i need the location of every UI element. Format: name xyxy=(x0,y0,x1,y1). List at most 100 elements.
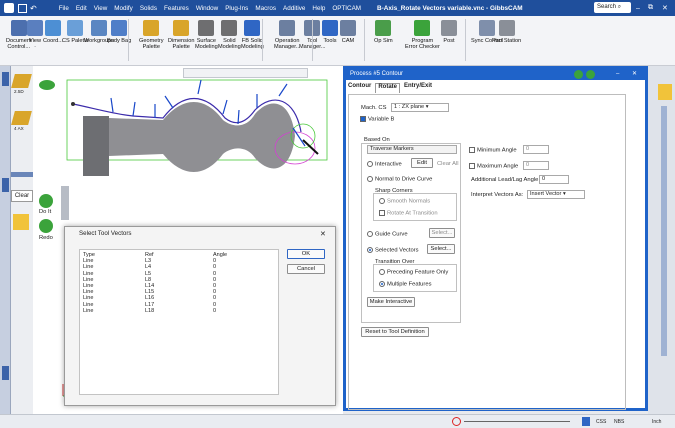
ribbon-button-cam[interactable]: CAM xyxy=(340,20,356,44)
status-nbs: NBS xyxy=(614,419,625,425)
ribbon-button-post[interactable]: Post xyxy=(441,20,457,44)
ribbon-button-label: Part Station xyxy=(492,38,522,44)
minimum-angle-checkbox[interactable]: Minimum Angle xyxy=(469,147,517,154)
mach-cs-select[interactable]: 1 : ZX plane ▾ xyxy=(391,103,449,112)
process-tabs: Contour Rotate Entry/Exit xyxy=(348,83,468,93)
selected-vectors-radio[interactable]: Selected Vectors xyxy=(367,247,419,254)
tool-palette: 2.5D 4 AX Clear xyxy=(11,66,33,414)
check-icon[interactable] xyxy=(574,70,583,79)
ribbon-button-part-station[interactable]: Part Station xyxy=(492,20,521,44)
process-panel: Process #5 Contour – ✕ Contour Rotate En… xyxy=(343,66,648,411)
status-icon xyxy=(582,417,590,426)
mode-label-2-5d: 2.5D xyxy=(14,89,24,94)
left-edge-button[interactable] xyxy=(2,366,9,380)
close-button[interactable]: ✕ xyxy=(662,4,668,12)
maximum-angle-checkbox[interactable]: Maximum Angle xyxy=(469,163,518,170)
search-icon: ⌕ xyxy=(617,4,622,10)
menu-view[interactable]: View xyxy=(94,5,108,12)
fb-solid-icon xyxy=(244,20,261,36)
dialog-close-button[interactable]: ✕ xyxy=(320,230,326,238)
minimum-angle-field[interactable]: 0 xyxy=(523,145,549,154)
menu-additive[interactable]: Additive xyxy=(283,5,305,12)
traverse-markers-select[interactable]: Traverse Markers xyxy=(367,145,457,154)
ribbon-button-label: Coord... xyxy=(43,38,63,44)
left-edge-button[interactable] xyxy=(2,178,9,192)
ribbon-button-program[interactable]: Program Error Checker xyxy=(405,20,440,51)
stop-icon[interactable] xyxy=(452,417,461,426)
quick-access-icon[interactable] xyxy=(18,3,27,13)
ribbon-button-label: CAM xyxy=(341,38,355,44)
preceding-feature-radio[interactable]: Preceding Feature Only xyxy=(379,269,448,276)
restore-button[interactable]: ⧉ xyxy=(648,4,653,12)
additional-lead-field[interactable]: 0 xyxy=(539,175,569,184)
guide-curve-select-button[interactable]: Select... xyxy=(429,228,455,238)
ribbon-button-tools[interactable]: Tools xyxy=(322,20,338,44)
menu-macros[interactable]: Macros xyxy=(255,5,276,12)
table-row[interactable]: Line L18 0 xyxy=(83,308,283,314)
right-scroll-track[interactable] xyxy=(661,106,667,356)
smooth-normals-radio[interactable]: Smooth Normals xyxy=(379,198,430,205)
menu-window[interactable]: Window xyxy=(196,5,218,12)
interpret-vectors-select[interactable]: Insert Vector ▾ xyxy=(527,190,585,199)
normal-to-drive-radio[interactable]: Normal to Drive Curve xyxy=(367,176,432,183)
reset-tool-definition-button[interactable]: Reset to Tool Definition xyxy=(361,327,429,337)
menu-plug-ins[interactable]: Plug-Ins xyxy=(225,5,248,12)
ok-button[interactable]: OK xyxy=(287,249,325,259)
menu-opticam[interactable]: OPTICAM xyxy=(332,5,361,12)
status-units: Inch xyxy=(652,419,662,425)
ribbon-button-geometry[interactable]: Geometry Palette xyxy=(139,20,164,51)
app-logo-icon[interactable] xyxy=(4,3,14,13)
left-edge-button[interactable] xyxy=(2,72,9,86)
tools-icon xyxy=(322,20,338,36)
menu-solids[interactable]: Solids xyxy=(140,5,157,12)
ribbon-button-fb-solid[interactable]: FB Solid Modeling xyxy=(241,20,264,51)
menu-file[interactable]: File xyxy=(59,5,69,12)
interactive-radio[interactable]: Interactive xyxy=(367,161,402,168)
cancel-button[interactable]: Cancel xyxy=(287,264,325,274)
4-axis-icon[interactable] xyxy=(11,111,32,125)
panel-close[interactable]: ✕ xyxy=(632,69,637,80)
vectors-table[interactable]: Type Ref Angle Line L3 0 Line L4 0 Line L5 0 Line… xyxy=(79,249,279,395)
hand-tool-icon[interactable] xyxy=(13,214,29,230)
menu-features[interactable]: Features xyxy=(164,5,189,12)
ribbon-button-solid[interactable]: Solid Modeling xyxy=(218,20,241,51)
operation-icon xyxy=(279,20,296,36)
ribbon-button-view[interactable]: View · xyxy=(27,20,43,51)
rotate-at-transition-checkbox[interactable]: Rotate At Transition xyxy=(379,210,438,217)
ribbon-button-label: Solid Modeling xyxy=(218,38,241,51)
geometry-icon xyxy=(143,20,160,36)
2-5d-icon[interactable] xyxy=(11,74,32,88)
multiple-features-radio[interactable]: Multiple Features xyxy=(379,281,431,288)
tab-contour[interactable]: Contour xyxy=(348,83,371,93)
ribbon-button-dimension[interactable]: Dimension Palette xyxy=(168,20,194,51)
ribbon-button-surface[interactable]: Surface Modeling xyxy=(195,20,218,51)
undo-icon[interactable]: ↶ xyxy=(30,4,37,13)
make-interactive-button[interactable]: Make Interactive xyxy=(367,297,415,307)
refresh-icon[interactable] xyxy=(586,70,595,79)
clear-button[interactable]: Clear xyxy=(11,190,33,202)
selected-vectors-select-button[interactable]: Select... xyxy=(427,244,455,254)
ribbon-button-opsim[interactable]: Op Sim xyxy=(374,20,393,44)
menu-edit[interactable]: Edit xyxy=(76,5,87,12)
edit-button[interactable]: Edit xyxy=(411,158,433,168)
tab-rotate[interactable]: Rotate xyxy=(375,83,400,93)
ribbon-button-operation[interactable]: Operation Manager... xyxy=(274,20,300,51)
lock-icon[interactable] xyxy=(658,84,672,100)
search-box[interactable]: Search ⌕ xyxy=(594,2,631,13)
ribbon-separator xyxy=(128,19,129,61)
menu-modify[interactable]: Modify xyxy=(114,5,133,12)
ribbon-button-label: Program Error Checker xyxy=(405,38,440,51)
tab-entry-exit[interactable]: Entry/Exit xyxy=(404,83,432,93)
ribbon-button-label: Op Sim xyxy=(374,38,393,44)
panel-minimize[interactable]: – xyxy=(616,69,619,80)
maximum-angle-field[interactable]: 0 xyxy=(523,161,549,170)
guide-curve-radio[interactable]: Guide Curve xyxy=(367,231,408,238)
menu-help[interactable]: Help xyxy=(312,5,325,12)
minimize-button[interactable]: – xyxy=(636,5,640,12)
variable-b-checkbox[interactable]: Variable B xyxy=(360,116,394,123)
ribbon-button-coord[interactable]: Coord... xyxy=(43,20,63,44)
turned-part xyxy=(109,102,295,172)
clear-all-button[interactable]: Clear All xyxy=(437,161,459,167)
left-edge-bar xyxy=(0,66,11,414)
surface-icon xyxy=(198,20,215,36)
